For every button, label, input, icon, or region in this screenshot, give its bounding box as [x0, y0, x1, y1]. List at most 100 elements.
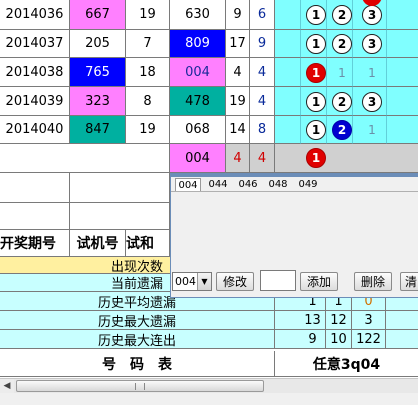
prediction-c4: 4 — [226, 144, 250, 173]
delete-button-label: 删除 — [360, 275, 385, 289]
stat-value: 13 — [300, 311, 326, 330]
draw-span-cell: 6 — [250, 0, 275, 30]
code-tab[interactable]: 048 — [265, 178, 291, 191]
chevron-down-icon[interactable]: ▼ — [197, 273, 211, 290]
draw-number-cell-text: 809 — [185, 36, 210, 51]
code-tab[interactable]: 046 — [235, 178, 261, 191]
draw-number-cell-text: 630 — [185, 7, 210, 22]
draw-sum-cell: 17 — [226, 30, 250, 58]
lottery-ball: 2 — [332, 5, 352, 25]
trial-number-cell: 323 — [70, 87, 126, 116]
stat-value: 122 — [352, 330, 386, 349]
trial-sum-cell: 8 — [126, 87, 170, 116]
lottery-ball: 1 — [306, 63, 326, 83]
footer-right: 任意3q04 — [275, 351, 418, 377]
lottery-ball: 2 — [332, 92, 352, 112]
code-input[interactable] — [260, 270, 296, 291]
period-cell-text: 2014037 — [5, 36, 64, 51]
draw-sum-cell-text: 9 — [233, 7, 242, 22]
lottery-ball: 1 — [306, 92, 326, 112]
delete-button[interactable]: 删除 — [354, 272, 392, 291]
draw-span-cell-text: 9 — [257, 36, 267, 51]
trial-sum-cell-text: 8 — [143, 93, 152, 109]
draw-sum-cell: 19 — [226, 87, 250, 116]
prediction-c3: 004 — [170, 144, 226, 173]
prediction-c5: 4 — [250, 144, 275, 173]
code-tab[interactable]: 004 — [175, 178, 201, 191]
prediction-balls — [275, 144, 418, 173]
draw-sum-cell-text: 14 — [229, 122, 246, 137]
stat-label: 历史最大遗漏 — [0, 311, 275, 330]
lottery-ball: 3 — [362, 34, 382, 54]
code-select[interactable]: 004 ▼ — [172, 272, 212, 291]
draw-number-cell-text: 004 — [185, 64, 210, 80]
popup-content — [171, 192, 418, 269]
period-cell-text: 2014039 — [5, 93, 64, 109]
draw-span-cell-text: 8 — [257, 122, 267, 137]
modify-button-label: 修改 — [222, 275, 247, 289]
trial-number-cell-text: 323 — [85, 93, 110, 109]
lottery-ball: 1 — [306, 120, 326, 140]
code-tab[interactable]: 044 — [205, 178, 231, 191]
ball-grid-line — [352, 0, 353, 144]
modify-button[interactable]: 修改 — [216, 272, 254, 291]
lottery-ball: 1 — [368, 123, 376, 137]
trial-number-cell-text: 765 — [85, 64, 110, 80]
add-button[interactable]: 添加 — [300, 272, 338, 291]
horizontal-scrollbar[interactable]: ◀ — [0, 378, 418, 393]
trial-number-cell-text: 205 — [85, 36, 110, 51]
lottery-ball: 1 — [306, 34, 326, 54]
draw-number-cell: 004 — [170, 58, 226, 87]
header-shiji-text: 试机号 — [76, 236, 119, 252]
stat-label-text: 历史平均遗漏 — [97, 295, 176, 311]
header-kaijiang: 开奖期号 — [0, 230, 70, 257]
trial-sum-cell: 19 — [126, 0, 170, 30]
period-cell-text: 2014036 — [5, 7, 64, 22]
scroll-left-icon[interactable]: ◀ — [0, 379, 14, 393]
prediction-ball: 1 — [306, 148, 326, 168]
left-divider — [69, 173, 70, 230]
prediction-c3-text: 004 — [185, 150, 210, 166]
trial-sum-cell: 7 — [126, 30, 170, 58]
code-tab[interactable]: 049 — [295, 178, 321, 191]
period-cell: 2014039 — [0, 87, 70, 116]
period-cell: 2014040 — [0, 116, 70, 144]
lottery-ball: 1 — [306, 5, 326, 25]
period-cell: 2014036 — [0, 0, 70, 30]
prediction-c5-text: 4 — [257, 150, 267, 166]
prediction-c4-text: 4 — [233, 150, 242, 166]
prediction-empty — [0, 144, 170, 173]
period-cell-text: 2014040 — [5, 122, 64, 137]
draw-sum-cell-text: 19 — [229, 93, 246, 109]
draw-sum-cell: 14 — [226, 116, 250, 144]
trial-number-cell-text: 667 — [85, 7, 110, 22]
draw-sum-cell-text: 4 — [233, 64, 242, 80]
footer-right-text: 任意3q04 — [312, 356, 381, 373]
stat-value: 10 — [326, 330, 352, 349]
period-cell: 2014038 — [0, 58, 70, 87]
lottery-ball: 1 — [338, 66, 346, 80]
header-kaijiang-text: 开奖期号 — [0, 236, 56, 252]
blank-row-1 — [0, 173, 170, 203]
stat-value: 12 — [326, 311, 352, 330]
trial-number-cell: 847 — [70, 116, 126, 144]
draw-span-cell: 4 — [250, 87, 275, 116]
lottery-ball: 2 — [332, 34, 352, 54]
draw-span-cell: 8 — [250, 116, 275, 144]
trial-number-cell-text: 847 — [85, 122, 110, 137]
clear-button[interactable]: 清 — [400, 272, 418, 291]
trial-sum-cell: 19 — [126, 116, 170, 144]
ball-grid-line — [326, 0, 327, 144]
code-select-value: 004 — [175, 275, 196, 288]
scroll-thumb[interactable] — [16, 380, 264, 392]
popup-tab-strip: 004 044 046 048 049 — [171, 177, 418, 192]
blank-row-2 — [0, 203, 170, 230]
draw-span-cell: 4 — [250, 58, 275, 87]
trial-sum-cell-text: 19 — [139, 7, 156, 22]
trial-sum-cell-text: 18 — [139, 64, 156, 80]
bottom-strip — [0, 393, 418, 405]
trial-sum-cell-text: 19 — [139, 122, 156, 137]
scroll-grip-icon — [135, 383, 145, 390]
footer-left: 号 码 表 — [0, 351, 275, 377]
draw-number-cell: 630 — [170, 0, 226, 30]
